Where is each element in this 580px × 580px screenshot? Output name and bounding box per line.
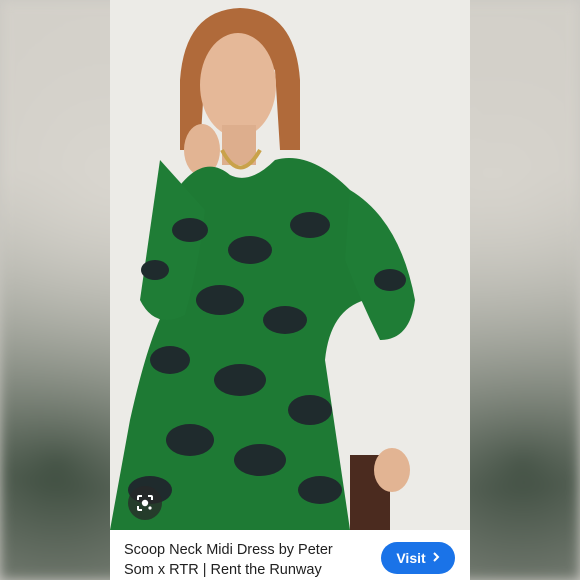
- image-preview-card: Scoop Neck Midi Dress by Peter Som x RTR…: [110, 0, 470, 580]
- google-lens-button[interactable]: [128, 486, 162, 520]
- product-title[interactable]: Scoop Neck Midi Dress by Peter Som x RTR…: [124, 540, 354, 580]
- visit-button[interactable]: Visit: [381, 542, 455, 574]
- chevron-right-icon: [432, 550, 440, 566]
- visit-label: Visit: [396, 550, 426, 566]
- product-photo[interactable]: [110, 0, 470, 530]
- result-caption: Scoop Neck Midi Dress by Peter Som x RTR…: [110, 530, 470, 580]
- google-lens-icon: [136, 494, 154, 512]
- model-wearing-dress-image: [110, 0, 470, 530]
